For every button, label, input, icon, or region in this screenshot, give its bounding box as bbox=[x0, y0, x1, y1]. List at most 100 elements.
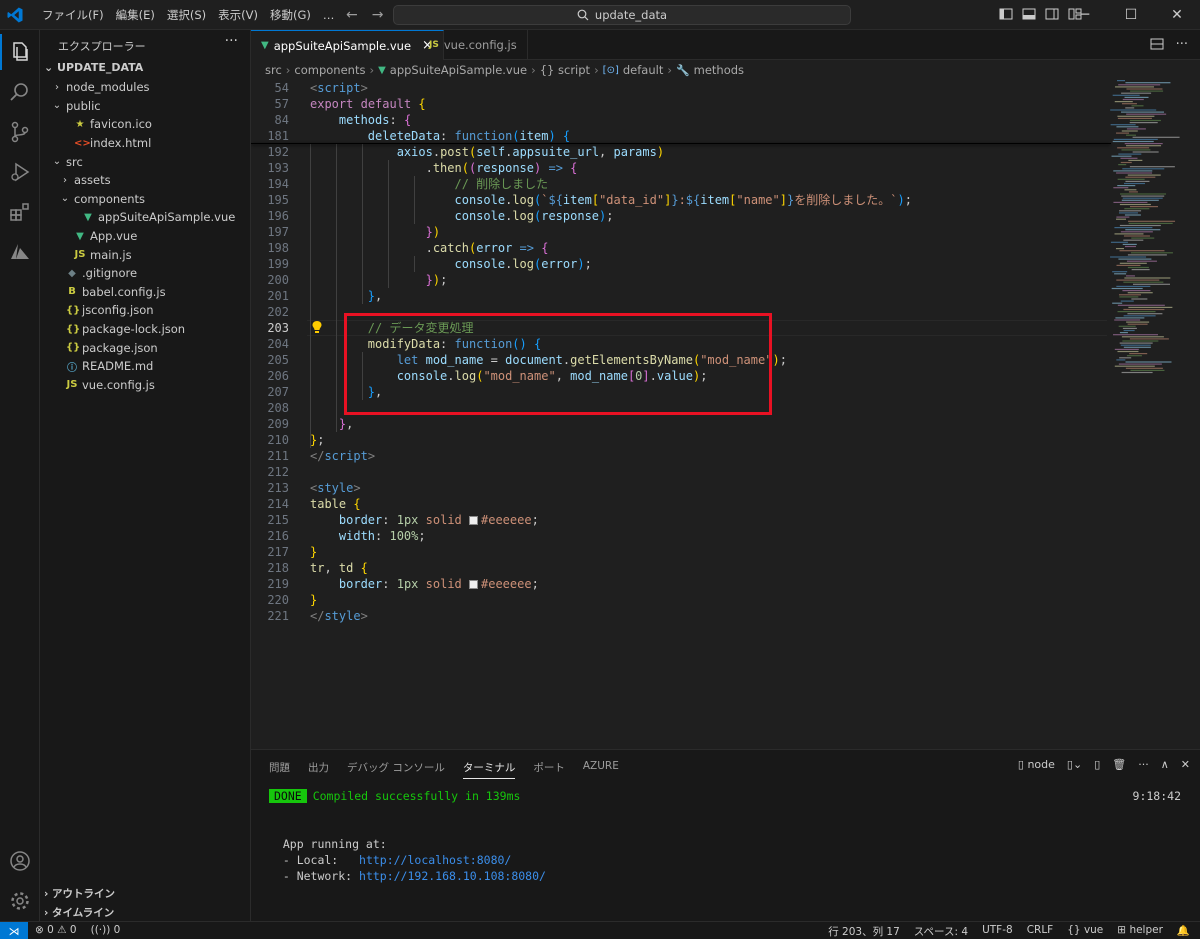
file-item[interactable]: ⓘ README.md bbox=[40, 357, 251, 376]
file-item[interactable]: Bbabel.config.js bbox=[40, 283, 251, 302]
more-actions-icon[interactable]: ··· bbox=[1138, 758, 1149, 771]
minimap-line bbox=[1125, 107, 1135, 109]
panel-tab[interactable]: 問題 bbox=[269, 760, 290, 779]
more-actions-icon[interactable]: ··· bbox=[225, 33, 238, 49]
remote-indicator-icon[interactable]: ⋊ bbox=[0, 922, 28, 939]
maximize-panel-icon[interactable]: ∧ bbox=[1161, 758, 1169, 771]
file-item[interactable]: {} package.json bbox=[40, 338, 251, 357]
azure-icon[interactable] bbox=[8, 240, 32, 264]
panel-tab[interactable]: AZURE bbox=[583, 760, 619, 779]
panel-tab[interactable]: ポート bbox=[533, 760, 565, 779]
timeline-section[interactable]: › タイムライン bbox=[44, 905, 114, 920]
run-debug-icon[interactable] bbox=[8, 160, 32, 184]
code-line: 217} bbox=[251, 544, 1111, 560]
code-line: 181 deleteData: function(item) { bbox=[251, 128, 1111, 144]
forward-arrow-icon[interactable]: → bbox=[372, 7, 384, 23]
account-icon[interactable] bbox=[8, 849, 32, 873]
panel-tab[interactable]: 出力 bbox=[308, 760, 329, 779]
minimap-line bbox=[1129, 122, 1158, 124]
file-item[interactable]: ◆ .gitignore bbox=[40, 264, 251, 283]
language-mode[interactable]: {} vue bbox=[1067, 924, 1103, 939]
menu-item[interactable]: 移動(G) bbox=[264, 0, 317, 30]
minimap-line bbox=[1114, 319, 1141, 321]
close-panel-icon[interactable]: ✕ bbox=[1181, 758, 1190, 771]
folder-item[interactable]: ⌄ components bbox=[40, 190, 251, 209]
breadcrumb-components[interactable]: components bbox=[294, 63, 365, 77]
toggle-secondary-sidebar-icon[interactable] bbox=[1044, 6, 1060, 22]
explorer-root-folder[interactable]: ⌄ UPDATE_DATA bbox=[44, 61, 143, 74]
menu-item[interactable]: 編集(E) bbox=[110, 0, 161, 30]
toggle-panel-icon[interactable] bbox=[1021, 6, 1037, 22]
notifications-bell-icon[interactable]: 🔔 bbox=[1177, 924, 1190, 939]
red-highlight-box bbox=[344, 313, 772, 415]
minimap-line bbox=[1117, 350, 1139, 353]
toggle-primary-sidebar-icon[interactable] bbox=[998, 6, 1014, 22]
minimap[interactable] bbox=[1108, 80, 1192, 380]
breadcrumb-methods[interactable]: methods bbox=[694, 63, 744, 77]
file-item[interactable]: {} jsconfig.json bbox=[40, 301, 251, 320]
code-editor[interactable]: 54 <script> 57 export default {84 methods: … bbox=[251, 80, 1200, 749]
menu-item[interactable]: … bbox=[317, 0, 341, 30]
file-item[interactable]: JS main.js bbox=[40, 245, 251, 264]
file-item[interactable]: <> index.html bbox=[40, 134, 251, 153]
close-window-icon[interactable]: ✕ bbox=[1154, 0, 1200, 30]
broadcast-icon: ((·)) bbox=[90, 924, 111, 936]
file-item[interactable]: {} package-lock.json bbox=[40, 320, 251, 339]
breadcrumb-src[interactable]: src bbox=[265, 63, 282, 77]
tree-item-label: index.html bbox=[90, 136, 152, 151]
command-center-search[interactable]: update_data bbox=[393, 5, 851, 25]
source-control-icon[interactable] bbox=[8, 120, 32, 144]
file-item[interactable]: ▼ appSuiteApiSample.vue bbox=[40, 208, 251, 227]
split-terminal-icon[interactable]: ▯ bbox=[1094, 758, 1100, 771]
line-number: 211 bbox=[267, 449, 289, 463]
minimap-line bbox=[1125, 275, 1135, 277]
search-icon[interactable] bbox=[8, 80, 32, 104]
menu-item[interactable]: 表示(V) bbox=[212, 0, 264, 30]
helper-item[interactable]: ⊞ helper bbox=[1117, 924, 1163, 939]
folder-item[interactable]: › assets bbox=[40, 171, 251, 190]
minimize-icon[interactable]: ─ bbox=[1062, 0, 1108, 30]
code-line: 210}; bbox=[251, 432, 1111, 448]
minimap-line bbox=[1113, 334, 1159, 336]
minimap-line bbox=[1110, 124, 1136, 126]
ports-indicator[interactable]: ((·)) 0 bbox=[91, 924, 121, 936]
lightbulb-icon[interactable] bbox=[311, 320, 323, 334]
minimap-line bbox=[1114, 227, 1153, 229]
cursor-position[interactable]: 行 203、列 17 bbox=[828, 924, 900, 939]
minimap-line bbox=[1129, 206, 1158, 208]
explorer-icon[interactable] bbox=[0, 34, 32, 70]
indentation[interactable]: スペース: 4 bbox=[914, 924, 968, 939]
settings-gear-icon[interactable] bbox=[8, 889, 32, 913]
network-url-link[interactable]: http://192.168.10.108:8080/ bbox=[359, 869, 546, 883]
outline-section[interactable]: › アウトライン bbox=[44, 886, 115, 901]
file-item[interactable]: JS vue.config.js bbox=[40, 376, 251, 395]
encoding[interactable]: UTF-8 bbox=[982, 924, 1013, 939]
split-editor-icon[interactable] bbox=[1150, 37, 1164, 55]
menu-item[interactable]: ファイル(F) bbox=[36, 0, 110, 30]
file-item[interactable]: ★ favicon.ico bbox=[40, 115, 251, 134]
back-arrow-icon[interactable]: ← bbox=[346, 7, 358, 23]
tab-vue-config[interactable]: JS vue.config.js bbox=[419, 30, 528, 60]
local-url-link[interactable]: http://localhost:8080/ bbox=[359, 853, 511, 867]
minimap-line bbox=[1122, 243, 1137, 245]
terminal-output[interactable]: DONE Compiled successfully in 139ms 9:18:4… bbox=[269, 788, 1189, 884]
folder-item[interactable]: › node_modules bbox=[40, 78, 251, 97]
trash-icon[interactable]: 🗑 bbox=[1112, 758, 1126, 771]
maximize-icon[interactable]: ☐ bbox=[1108, 0, 1154, 30]
new-terminal-icon[interactable]: ▯⌄ bbox=[1067, 758, 1082, 771]
folder-item[interactable]: ⌄ public bbox=[40, 97, 251, 116]
more-actions-icon[interactable]: ··· bbox=[1176, 37, 1188, 55]
extensions-icon[interactable] bbox=[8, 200, 32, 224]
end-of-line[interactable]: CRLF bbox=[1027, 924, 1054, 939]
folder-item[interactable]: ⌄ src bbox=[40, 152, 251, 171]
breadcrumb-default[interactable]: default bbox=[623, 63, 663, 77]
menu-item[interactable]: 選択(S) bbox=[161, 0, 212, 30]
terminal-profile[interactable]: ▯ node bbox=[1018, 758, 1055, 771]
breadcrumb-file[interactable]: appSuiteApiSample.vue bbox=[390, 63, 527, 77]
file-item[interactable]: ▼ App.vue bbox=[40, 227, 251, 246]
tab-appsuiteapisample[interactable]: ▼ appSuiteApiSample.vue × bbox=[251, 30, 444, 60]
breadcrumb-script[interactable]: {} script bbox=[540, 63, 590, 77]
problems-indicator[interactable]: ⊗ 0 ⚠ 0 bbox=[35, 924, 77, 936]
panel-tab[interactable]: デバッグ コンソール bbox=[347, 760, 445, 779]
panel-tab[interactable]: ターミナル bbox=[462, 760, 516, 779]
